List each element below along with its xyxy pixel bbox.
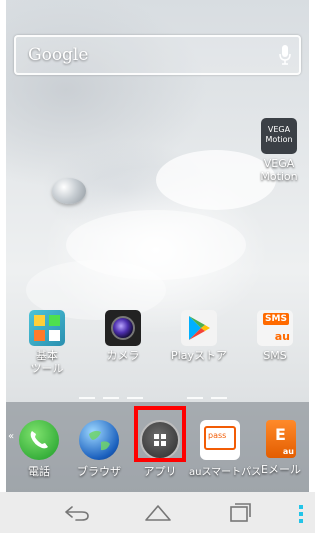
page-dot (211, 397, 227, 399)
app-label: Playストア (171, 349, 227, 362)
au-mark: au (274, 330, 290, 343)
au-smart-pass-icon: pass (200, 420, 240, 460)
app-sms[interactable]: SMS au SMS (240, 310, 309, 362)
handset-icon (30, 431, 48, 449)
vega-motion-icon: VEGA Motion (261, 118, 297, 154)
navigation-bar (0, 492, 315, 533)
dock-label: ブラウザ (77, 465, 121, 478)
pass-text: pass (208, 431, 227, 440)
vega-icon-text: VEGA Motion (265, 125, 293, 144)
app-vega-motion[interactable]: VEGA Motion VEGA Motion (244, 118, 309, 183)
sms-icon: SMS au (257, 310, 293, 346)
search-label: Google (28, 45, 89, 65)
app-label: SMS (263, 349, 287, 362)
play-store-icon (181, 310, 217, 346)
email-icon-text: E (275, 425, 286, 444)
home-screen: Google VEGA Motion VEGA Motion 基本 ツール カメ… (6, 0, 309, 533)
page-dot (187, 397, 203, 399)
dock-label: アプリ (143, 465, 177, 478)
menu-dot (299, 505, 303, 509)
dock-au-smart-pass[interactable]: pass auスマートパス (189, 420, 262, 478)
menu-dot (299, 519, 303, 523)
pass-card: pass (204, 426, 236, 450)
dock-browser[interactable]: ブラウザ (68, 420, 130, 479)
sms-icon-text: SMS (263, 313, 289, 325)
menu-icon[interactable] (299, 505, 303, 526)
dock-label: Eメール (261, 463, 301, 476)
dock-label: 電話 (28, 465, 50, 478)
app-play-store[interactable]: Playストア (164, 310, 234, 362)
google-search-bar[interactable]: Google (14, 35, 301, 75)
app-label: 基本 ツール (30, 349, 64, 375)
app-camera[interactable]: カメラ (88, 310, 158, 362)
tools-grid-icon (34, 315, 60, 341)
dock-label: auスマートパス (189, 467, 262, 478)
microphone-icon[interactable] (277, 43, 293, 67)
back-icon[interactable] (58, 500, 94, 524)
dock-email[interactable]: E au Eメール (250, 420, 309, 477)
email-icon: E au (266, 420, 296, 458)
globe-icon (89, 430, 110, 451)
highlight-box (134, 406, 186, 462)
app-label: VEGA Motion (260, 157, 298, 183)
tools-folder-icon (29, 310, 65, 346)
water-drop (52, 178, 86, 204)
home-icon[interactable] (140, 500, 176, 524)
recent-apps-icon[interactable] (222, 500, 258, 524)
page-dot (127, 397, 143, 399)
browser-icon (79, 420, 119, 460)
page-dot (103, 397, 119, 399)
menu-dot (299, 512, 303, 516)
phone-icon (19, 420, 59, 460)
camera-icon (105, 310, 141, 346)
app-label: カメラ (106, 349, 140, 362)
play-triangle-icon (189, 316, 210, 340)
au-mark: au (282, 447, 294, 456)
page-dot (79, 397, 95, 399)
dock-phone[interactable]: 電話 (8, 420, 70, 479)
app-basic-tools[interactable]: 基本 ツール (12, 310, 82, 375)
